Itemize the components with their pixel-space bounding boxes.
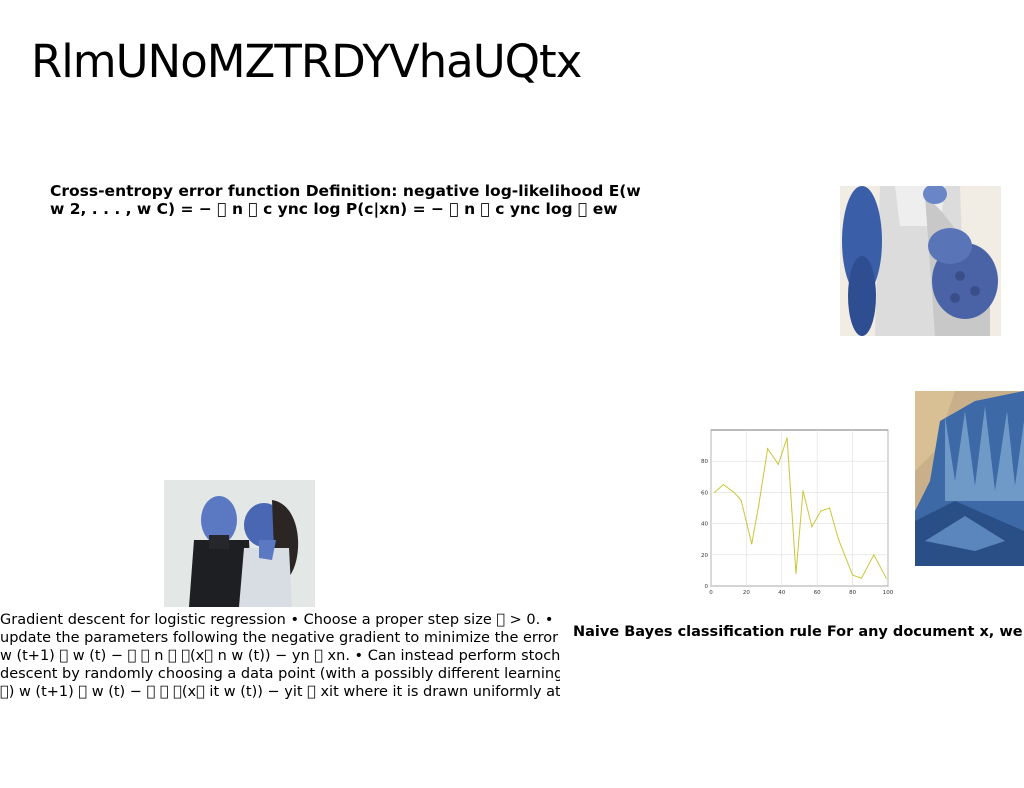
x-tick-label: 40 (778, 590, 785, 596)
gradient-descent-line: Gradient descent for logistic regression… (0, 612, 554, 628)
glacier-photo (915, 391, 1024, 566)
data-point (713, 491, 716, 493)
data-point (786, 437, 788, 439)
x-tick-label: 80 (849, 590, 856, 596)
y-tick-label: 40 (701, 522, 708, 528)
y-tick-label: 80 (701, 459, 708, 465)
data-point (837, 538, 840, 540)
data-point (767, 448, 769, 450)
cross-entropy-line: Cross-entropy error function Definition:… (50, 182, 641, 200)
data-point (740, 499, 742, 501)
data-point (733, 491, 735, 493)
gradient-descent-line:  ) w (t+1)   w (t) −      (x  it w (t)) … (0, 684, 560, 700)
gradient-descent-line: update the parameters following the nega… (0, 630, 559, 646)
gradient-descent-line: descent by randomly choosing a data poin… (0, 666, 560, 682)
couple-photo (164, 480, 315, 607)
slide-title: RlmUNoMZTRDYVhaUQtx (31, 35, 582, 88)
data-point (885, 577, 887, 579)
sweater-photo (840, 186, 1001, 336)
data-point (811, 526, 813, 528)
naive-bayes-text: Naive Bayes classification rule For any … (573, 624, 1023, 640)
y-tick-label: 20 (701, 553, 708, 559)
y-tick-label: 0 (705, 584, 709, 590)
x-tick-label: 0 (709, 590, 713, 596)
data-point (873, 554, 875, 556)
plot-area (710, 429, 889, 587)
data-point (722, 484, 724, 486)
data-point (820, 510, 822, 512)
data-point (828, 507, 831, 509)
cross-entropy-text-block: Cross-entropy error function Definition:… (50, 182, 690, 218)
gradient-descent-text-block: Gradient descent for logistic regression… (0, 611, 560, 701)
cross-entropy-line: w 2, . . . , w C) = −   n   c ync log P(… (50, 200, 618, 218)
data-point (852, 574, 854, 576)
data-point (777, 463, 779, 465)
data-point (860, 577, 863, 579)
data-point (758, 504, 760, 506)
x-tick-label: 100 (883, 590, 894, 596)
data-point (795, 572, 797, 575)
x-tick-label: 20 (743, 590, 750, 596)
x-tick-label: 60 (814, 590, 821, 596)
line-chart: 0 20 40 60 80 100 0 20 40 60 80 (698, 424, 894, 600)
gradient-descent-line: w (t+1)   w (t) −     n    (x  n w (t)) … (0, 648, 560, 664)
y-tick-label: 60 (701, 490, 708, 496)
data-point (751, 543, 753, 545)
data-point (802, 490, 804, 492)
line-chart-svg: 0 20 40 60 80 100 0 20 40 60 80 (701, 429, 894, 596)
